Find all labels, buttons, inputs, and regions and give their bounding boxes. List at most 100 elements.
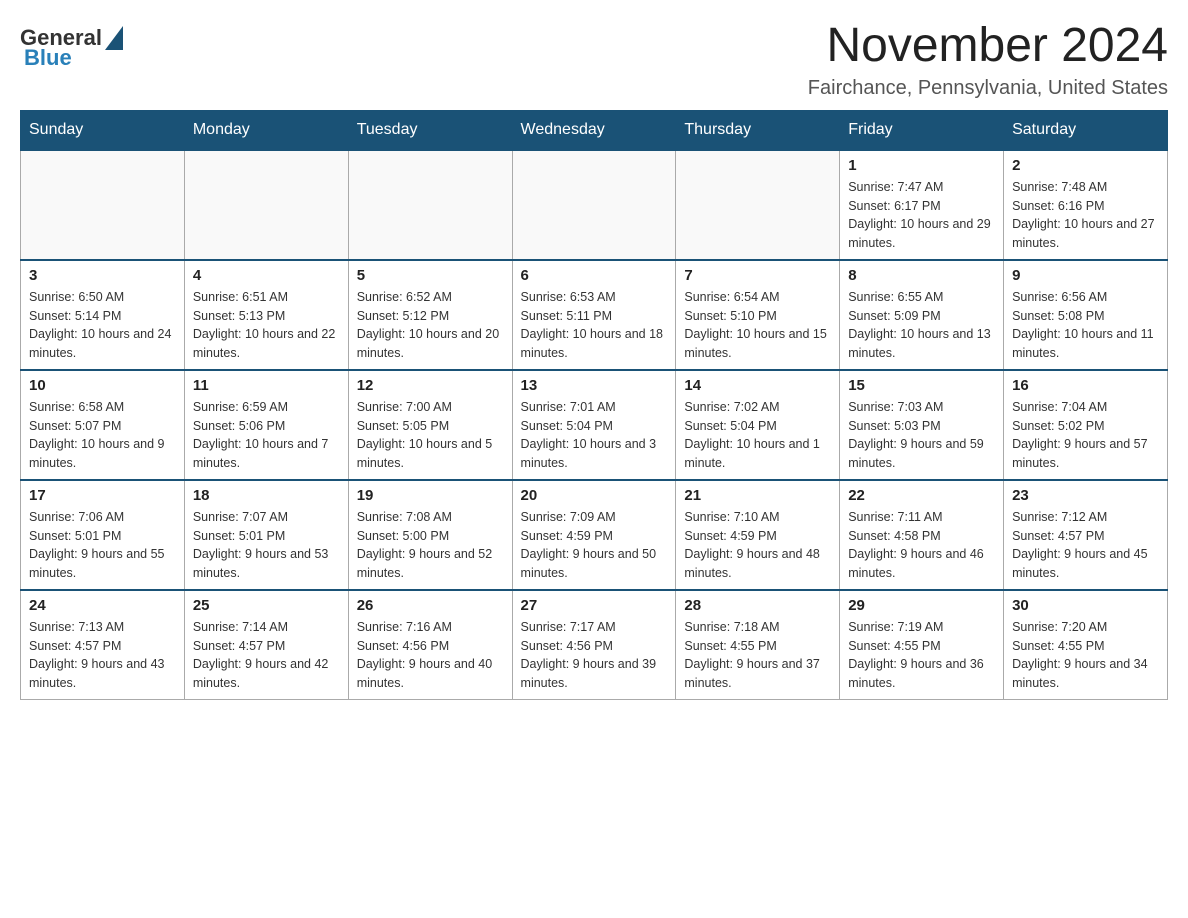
calendar-cell-1-3: 6 Sunrise: 6:53 AM Sunset: 5:11 PM Daylig… [512,260,676,370]
day-info: Sunrise: 6:53 AM Sunset: 5:11 PM Dayligh… [521,288,668,363]
day-number: 22 [848,487,995,504]
day-info: Sunrise: 7:14 AM Sunset: 4:57 PM Dayligh… [193,618,340,693]
calendar-cell-4-5: 29 Sunrise: 7:19 AM Sunset: 4:55 PM Dayli… [840,590,1004,700]
day-info: Sunrise: 7:04 AM Sunset: 5:02 PM Dayligh… [1012,398,1159,473]
day-number: 19 [357,487,504,504]
calendar-header-sunday: Sunday [21,110,185,150]
calendar-cell-0-1 [184,150,348,260]
day-info: Sunrise: 7:13 AM Sunset: 4:57 PM Dayligh… [29,618,176,693]
calendar-cell-3-0: 17Sunrise: 7:06 AM Sunset: 5:01 PM Dayli… [21,480,185,590]
day-number: 28 [684,597,831,614]
calendar-cell-3-1: 18 Sunrise: 7:07 AM Sunset: 5:01 PM Dayli… [184,480,348,590]
day-info: Sunrise: 7:09 AM Sunset: 4:59 PM Dayligh… [521,508,668,583]
calendar-cell-0-3 [512,150,676,260]
day-number: 21 [684,487,831,504]
calendar-cell-2-5: 15Sunrise: 7:03 AM Sunset: 5:03 PM Dayli… [840,370,1004,480]
day-number: 24 [29,597,176,614]
day-info: Sunrise: 6:52 AM Sunset: 5:12 PM Dayligh… [357,288,504,363]
day-info: Sunrise: 6:59 AM Sunset: 5:06 PM Dayligh… [193,398,340,473]
day-number: 16 [1012,377,1159,394]
day-number: 23 [1012,487,1159,504]
calendar-cell-2-3: 13 Sunrise: 7:01 AM Sunset: 5:04 PM Dayli… [512,370,676,480]
day-info: Sunrise: 6:55 AM Sunset: 5:09 PM Dayligh… [848,288,995,363]
calendar-cell-3-2: 19Sunrise: 7:08 AM Sunset: 5:00 PM Dayli… [348,480,512,590]
calendar-cell-1-1: 4 Sunrise: 6:51 AM Sunset: 5:13 PM Daylig… [184,260,348,370]
day-info: Sunrise: 7:16 AM Sunset: 4:56 PM Dayligh… [357,618,504,693]
calendar-cell-4-6: 30 Sunrise: 7:20 AM Sunset: 4:55 PM Dayli… [1004,590,1168,700]
day-number: 12 [357,377,504,394]
day-number: 5 [357,267,504,284]
calendar-cell-4-4: 28Sunrise: 7:18 AM Sunset: 4:55 PM Dayli… [676,590,840,700]
calendar-cell-0-6: 2 Sunrise: 7:48 AM Sunset: 6:16 PM Daylig… [1004,150,1168,260]
calendar-header-wednesday: Wednesday [512,110,676,150]
calendar-header-monday: Monday [184,110,348,150]
calendar-cell-2-1: 11 Sunrise: 6:59 AM Sunset: 5:06 PM Dayli… [184,370,348,480]
day-info: Sunrise: 6:51 AM Sunset: 5:13 PM Dayligh… [193,288,340,363]
calendar-cell-3-6: 23 Sunrise: 7:12 AM Sunset: 4:57 PM Dayli… [1004,480,1168,590]
day-number: 8 [848,267,995,284]
day-number: 3 [29,267,176,284]
calendar-cell-1-4: 7 Sunrise: 6:54 AM Sunset: 5:10 PM Daylig… [676,260,840,370]
calendar-cell-0-5: 1Sunrise: 7:47 AM Sunset: 6:17 PM Daylig… [840,150,1004,260]
calendar-week-row-2: 10Sunrise: 6:58 AM Sunset: 5:07 PM Dayli… [21,370,1168,480]
day-number: 13 [521,377,668,394]
day-info: Sunrise: 7:48 AM Sunset: 6:16 PM Dayligh… [1012,178,1159,253]
day-number: 20 [521,487,668,504]
day-number: 25 [193,597,340,614]
day-info: Sunrise: 6:50 AM Sunset: 5:14 PM Dayligh… [29,288,176,363]
calendar-cell-2-0: 10Sunrise: 6:58 AM Sunset: 5:07 PM Dayli… [21,370,185,480]
day-number: 18 [193,487,340,504]
day-number: 17 [29,487,176,504]
calendar-cell-3-5: 22Sunrise: 7:11 AM Sunset: 4:58 PM Dayli… [840,480,1004,590]
logo: General Blue [20,20,123,71]
day-info: Sunrise: 6:54 AM Sunset: 5:10 PM Dayligh… [684,288,831,363]
day-number: 6 [521,267,668,284]
day-number: 14 [684,377,831,394]
calendar-cell-2-4: 14 Sunrise: 7:02 AM Sunset: 5:04 PM Dayli… [676,370,840,480]
day-number: 15 [848,377,995,394]
calendar-cell-4-0: 24 Sunrise: 7:13 AM Sunset: 4:57 PM Dayli… [21,590,185,700]
calendar-header-row: SundayMondayTuesdayWednesdayThursdayFrid… [21,110,1168,150]
logo-blue-text: Blue [24,45,72,71]
calendar-header-tuesday: Tuesday [348,110,512,150]
calendar-cell-0-4 [676,150,840,260]
day-info: Sunrise: 7:01 AM Sunset: 5:04 PM Dayligh… [521,398,668,473]
day-info: Sunrise: 7:10 AM Sunset: 4:59 PM Dayligh… [684,508,831,583]
calendar-cell-4-1: 25 Sunrise: 7:14 AM Sunset: 4:57 PM Dayli… [184,590,348,700]
location-title: Fairchance, Pennsylvania, United States [808,77,1168,100]
day-number: 26 [357,597,504,614]
calendar-header-thursday: Thursday [676,110,840,150]
month-title: November 2024 [808,20,1168,73]
day-number: 30 [1012,597,1159,614]
day-number: 9 [1012,267,1159,284]
calendar-cell-4-2: 26 Sunrise: 7:16 AM Sunset: 4:56 PM Dayli… [348,590,512,700]
day-number: 1 [848,157,995,174]
day-number: 29 [848,597,995,614]
day-info: Sunrise: 7:19 AM Sunset: 4:55 PM Dayligh… [848,618,995,693]
day-info: Sunrise: 7:07 AM Sunset: 5:01 PM Dayligh… [193,508,340,583]
calendar-table: SundayMondayTuesdayWednesdayThursdayFrid… [20,110,1168,700]
day-number: 7 [684,267,831,284]
calendar-cell-1-2: 5 Sunrise: 6:52 AM Sunset: 5:12 PM Daylig… [348,260,512,370]
day-info: Sunrise: 7:17 AM Sunset: 4:56 PM Dayligh… [521,618,668,693]
day-number: 4 [193,267,340,284]
calendar-week-row-3: 17Sunrise: 7:06 AM Sunset: 5:01 PM Dayli… [21,480,1168,590]
day-info: Sunrise: 7:12 AM Sunset: 4:57 PM Dayligh… [1012,508,1159,583]
calendar-cell-3-4: 21 Sunrise: 7:10 AM Sunset: 4:59 PM Dayli… [676,480,840,590]
calendar-cell-3-3: 20 Sunrise: 7:09 AM Sunset: 4:59 PM Dayli… [512,480,676,590]
calendar-cell-4-3: 27Sunrise: 7:17 AM Sunset: 4:56 PM Dayli… [512,590,676,700]
calendar-cell-0-0 [21,150,185,260]
day-number: 2 [1012,157,1159,174]
calendar-cell-1-0: 3 Sunrise: 6:50 AM Sunset: 5:14 PM Daylig… [21,260,185,370]
calendar-header-friday: Friday [840,110,1004,150]
day-info: Sunrise: 7:02 AM Sunset: 5:04 PM Dayligh… [684,398,831,473]
calendar-cell-2-6: 16 Sunrise: 7:04 AM Sunset: 5:02 PM Dayli… [1004,370,1168,480]
day-number: 11 [193,377,340,394]
calendar-cell-0-2 [348,150,512,260]
calendar-week-row-4: 24 Sunrise: 7:13 AM Sunset: 4:57 PM Dayli… [21,590,1168,700]
day-info: Sunrise: 7:00 AM Sunset: 5:05 PM Dayligh… [357,398,504,473]
title-area: November 2024 Fairchance, Pennsylvania, … [808,20,1168,100]
header: General Blue November 2024 Fairchance, P… [20,20,1168,100]
day-info: Sunrise: 7:20 AM Sunset: 4:55 PM Dayligh… [1012,618,1159,693]
calendar-header-saturday: Saturday [1004,110,1168,150]
